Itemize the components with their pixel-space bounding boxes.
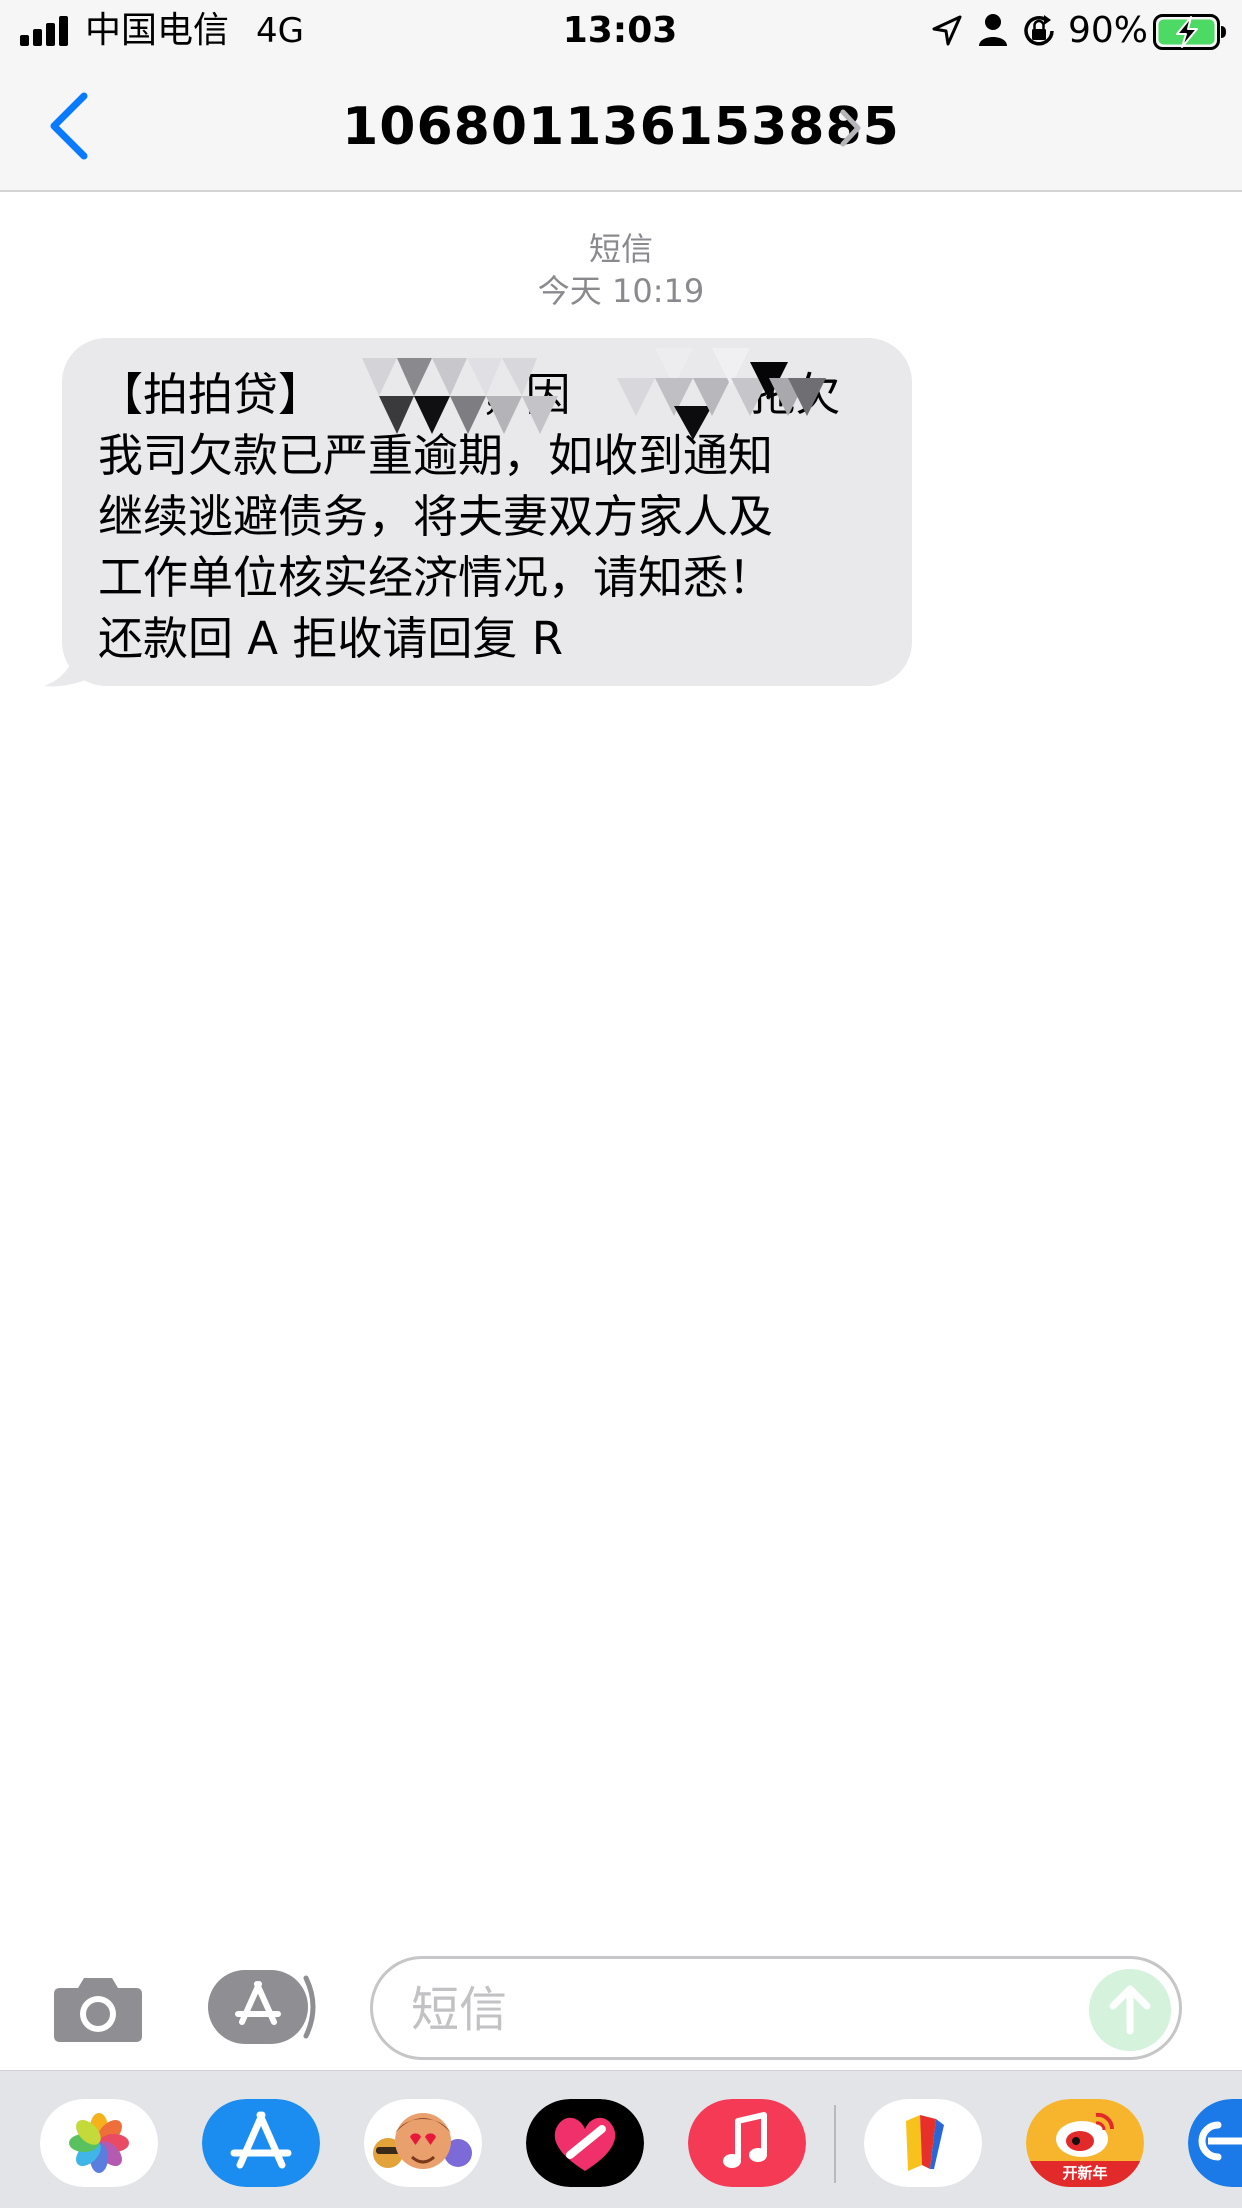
contact-name[interactable]: 106801136153885	[0, 92, 1242, 162]
message-timestamp: 今天 10:19	[537, 272, 705, 310]
person-icon	[979, 14, 1007, 46]
app-store-drawer-icon[interactable]	[208, 1970, 320, 2044]
memoji-icon[interactable]	[364, 2099, 482, 2187]
thread-info: 短信 今天 10:19	[0, 228, 1242, 312]
status-bar: 中国电信 4G 13:03 90%	[0, 0, 1242, 62]
send-arrow-icon[interactable]	[1089, 1969, 1171, 2051]
service-label: 短信	[588, 230, 653, 268]
status-time: 13:03	[562, 10, 678, 51]
redaction-mosaic	[617, 348, 826, 440]
photos-icon[interactable]	[40, 2099, 158, 2187]
app-store-icon[interactable]	[202, 2099, 320, 2187]
location-arrow-icon	[932, 15, 962, 46]
weibo-icon[interactable]: 开新年	[1026, 2099, 1144, 2187]
message-line: 工作单位核实经济情况，请知悉！	[98, 551, 774, 604]
contact-details-chevron-icon[interactable]	[838, 106, 864, 150]
weibo-badge-text: 开新年	[1062, 2164, 1108, 2182]
music-icon[interactable]	[688, 2099, 806, 2187]
message-input-placeholder: 短信	[411, 1982, 508, 2038]
battery-charging-icon	[1153, 14, 1226, 50]
network-type: 4G	[256, 11, 304, 51]
message-input[interactable]: 短信	[370, 1956, 1182, 2060]
redaction-mosaic	[362, 358, 558, 434]
app-icon[interactable]	[864, 2099, 982, 2187]
message-line: 继续逃避债务，将夫妻双方家人及	[98, 490, 774, 543]
imessage-app-drawer: 开新年	[0, 2070, 1242, 2208]
camera-icon[interactable]	[52, 1970, 144, 2044]
app-drawer-divider	[834, 2105, 836, 2183]
carrier-name: 中国电信	[85, 10, 230, 51]
signal-strength-icon	[20, 16, 72, 46]
digital-touch-icon[interactable]	[526, 2099, 644, 2187]
incoming-message-bubble[interactable]: 【拍拍贷】 ，因 拖欠 我司欠款已严重逾期，如收到通知 继续逃避债务，将夫妻双方…	[62, 338, 912, 686]
rotation-lock-icon	[1024, 15, 1054, 46]
more-app-icon[interactable]	[1188, 2099, 1242, 2187]
message-line: 还款回 A 拒收请回复 R	[98, 612, 563, 665]
conversation-header: 106801136153885	[0, 62, 1242, 192]
battery-percentage: 90%	[1068, 10, 1149, 51]
